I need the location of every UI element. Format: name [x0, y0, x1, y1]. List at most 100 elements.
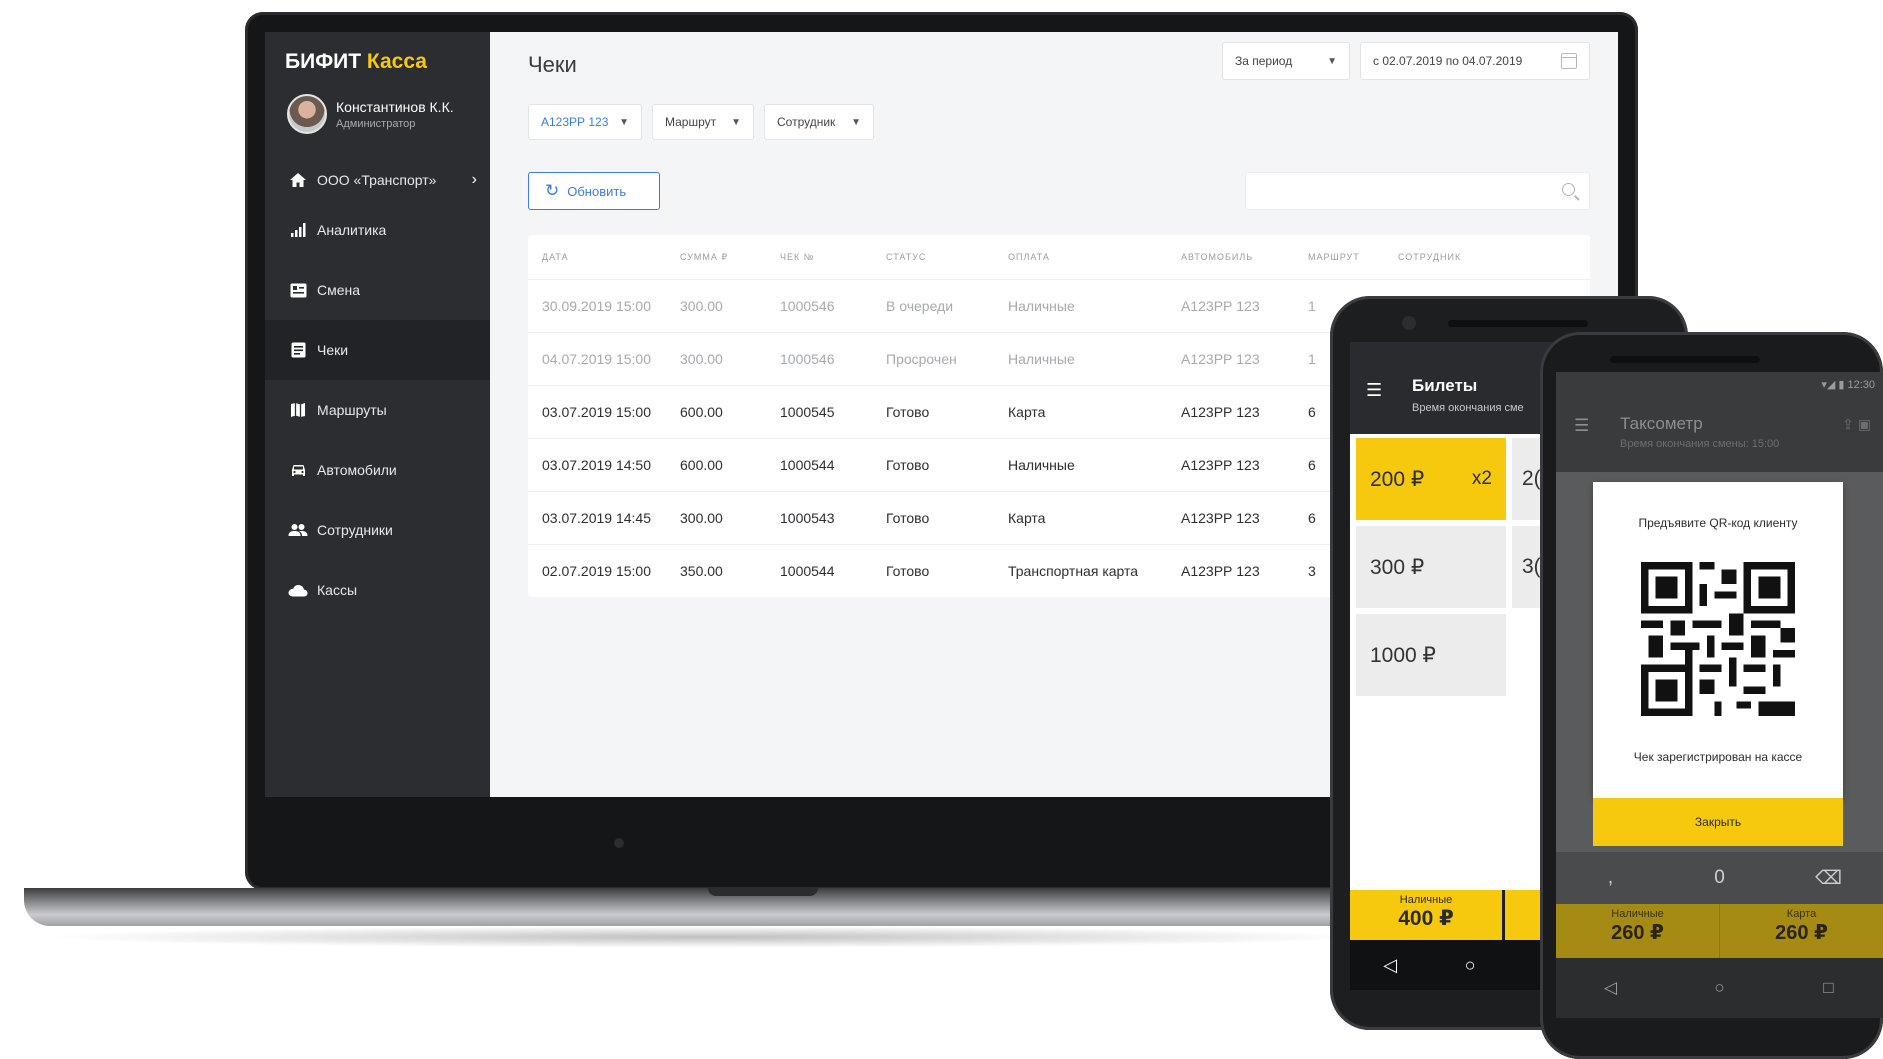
home-circle-icon[interactable]: ○: [1430, 955, 1510, 976]
back-icon[interactable]: ◁: [1350, 955, 1430, 976]
tickets-title: Билеты: [1412, 376, 1478, 395]
sidebar-item-label: Аналитика: [317, 222, 387, 238]
refresh-button[interactable]: ↻ Обновить: [528, 172, 660, 210]
date-range-value: с 02.07.2019 по 04.07.2019: [1373, 54, 1523, 68]
ticket-tile-300[interactable]: 300 ₽: [1356, 526, 1506, 608]
table-cell: 1000546: [780, 298, 835, 314]
table-cell: Готово: [886, 404, 930, 420]
sidebar-item-label: Автомобили: [317, 462, 397, 478]
column-header[interactable]: СТАТУС: [886, 252, 1008, 262]
sidebar-item-cars[interactable]: Автомобили: [265, 440, 490, 500]
table-cell: В очереди: [886, 298, 954, 314]
org-name: ООО «Транспорт»: [317, 172, 437, 188]
table-cell: А123РР 123: [1181, 563, 1260, 579]
car-filter[interactable]: А123РР 123 ▼: [528, 104, 642, 140]
brand-main: БИФИТ: [285, 50, 362, 73]
column-header[interactable]: СОТРУДНИК: [1398, 252, 1518, 262]
column-header[interactable]: МАРШРУТ: [1308, 252, 1398, 262]
menu-icon[interactable]: ☰: [1366, 380, 1382, 401]
date-range-field[interactable]: с 02.07.2019 по 04.07.2019: [1360, 42, 1590, 80]
pay-bar: Наличные 260 ₽ Карта 260 ₽: [1556, 904, 1883, 958]
table-cell: А123РР 123: [1181, 298, 1260, 314]
pay-cash-button[interactable]: Наличные 260 ₽: [1556, 904, 1720, 958]
table-cell: 300.00: [680, 510, 723, 526]
pay-card-button[interactable]: Карта 260 ₽: [1720, 904, 1883, 958]
period-select[interactable]: За период ▼: [1222, 42, 1350, 80]
laptop-camera: [614, 838, 624, 848]
table-cell: 1000545: [780, 404, 835, 420]
qr-dialog: Предъявите QR-код клиенту Чек зарегистри…: [1593, 482, 1843, 798]
table-cell: А123РР 123: [1181, 457, 1260, 473]
backspace-icon[interactable]: ⌫: [1774, 867, 1883, 890]
laptop-base: [24, 888, 1384, 926]
user-role: Администратор: [336, 117, 416, 130]
back-icon[interactable]: ◁: [1556, 978, 1665, 998]
ticket-tile-1000[interactable]: 1000 ₽: [1356, 614, 1506, 696]
sidebar-item-routes[interactable]: Маршруты: [265, 380, 490, 440]
period-select-value: За период: [1235, 54, 1293, 68]
table-cell: 02.07.2019 15:00: [542, 563, 651, 579]
caret-down-icon: ▼: [851, 116, 861, 128]
column-header[interactable]: АВТОМОБИЛЬ: [1181, 252, 1308, 262]
employee-filter[interactable]: Сотрудник ▼: [764, 104, 874, 140]
tickets-subtitle: Время окончания сме: [1412, 402, 1524, 414]
keypad-row: , 0 ⌫: [1556, 852, 1883, 904]
refresh-button-label: Обновить: [567, 183, 627, 199]
home-circle-icon[interactable]: ○: [1665, 978, 1774, 998]
pay-label: Карта: [1786, 908, 1817, 920]
search-input[interactable]: [1256, 173, 1550, 209]
table-cell: Готово: [886, 457, 930, 473]
table-cell: 350.00: [680, 563, 723, 579]
table-cell: 03.07.2019 14:50: [542, 457, 651, 473]
status-bar: ▾◢ ▮ 12:30: [1821, 378, 1875, 391]
route-filter[interactable]: Маршрут ▼: [652, 104, 754, 140]
sidebar-item-shift[interactable]: Смена: [265, 260, 490, 320]
ticket-tile-200[interactable]: 200 ₽ x2: [1356, 438, 1506, 520]
car-icon: [287, 459, 309, 481]
taximeter-screen: ▾◢ ▮ 12:30 ☰ Таксометр Время окончания с…: [1556, 372, 1883, 1018]
user-profile[interactable]: Константинов К.К. Администратор: [287, 94, 454, 134]
user-name: Константинов К.К.: [336, 98, 454, 115]
qr-dialog-message: Чек зарегистрирован на кассе: [1633, 750, 1803, 764]
org-selector[interactable]: ООО «Транспорт» ›: [287, 169, 477, 191]
table-cell: Транспортная карта: [1008, 563, 1139, 579]
people-icon: [287, 519, 309, 541]
laptop-notch: [708, 888, 818, 896]
search-field[interactable]: [1245, 172, 1590, 210]
recents-icon[interactable]: □: [1774, 978, 1883, 998]
close-button[interactable]: Закрыть: [1593, 798, 1843, 846]
pay-cash-button[interactable]: Наличные 400 ₽: [1350, 890, 1502, 940]
qr-code-icon: [1641, 562, 1795, 716]
table-cell: 1000544: [780, 563, 835, 579]
cloud-icon: [287, 579, 309, 601]
avatar[interactable]: [287, 94, 327, 134]
calendar-icon[interactable]: [1561, 53, 1577, 69]
column-header[interactable]: ЧЕК №: [780, 252, 886, 262]
search-icon[interactable]: [1562, 183, 1575, 196]
table-cell: А123РР 123: [1181, 510, 1260, 526]
pay-amount: 260 ₽: [1611, 922, 1664, 944]
sidebar-item-label: Кассы: [317, 582, 358, 598]
taximeter-title: Таксометр: [1620, 414, 1703, 433]
sidebar-item-analytics[interactable]: Аналитика: [265, 200, 490, 260]
menu-icon[interactable]: ☰: [1574, 416, 1589, 436]
keypad-comma[interactable]: ,: [1556, 867, 1665, 889]
pay-amount: 400 ₽: [1398, 907, 1454, 930]
sidebar-item-employees[interactable]: Сотрудники: [265, 500, 490, 560]
column-header[interactable]: СУММА ₽: [680, 252, 780, 263]
upload-icon[interactable]: ⇪: [1842, 416, 1854, 432]
table-cell: 600.00: [680, 457, 723, 473]
keypad-zero[interactable]: 0: [1665, 867, 1774, 889]
table-header: ДАТА СУММА ₽ ЧЕК № СТАТУС ОПЛАТА АВТОМОБ…: [528, 235, 1590, 279]
employee-filter-value: Сотрудник: [777, 115, 836, 129]
toolbar-icons: ⇪ ▣: [1842, 416, 1871, 433]
phone-speaker: [1610, 356, 1760, 363]
status-time: 12:30: [1847, 379, 1875, 391]
column-header[interactable]: ОПЛАТА: [1008, 252, 1181, 262]
sidebar-item-receipts[interactable]: Чеки: [265, 320, 490, 380]
home-icon: [287, 169, 309, 191]
sidebar-item-cashboxes[interactable]: Кассы: [265, 560, 490, 620]
column-header[interactable]: ДАТА: [528, 252, 680, 262]
receipt-icon[interactable]: ▣: [1858, 416, 1871, 432]
pay-amount: 260 ₽: [1775, 922, 1828, 944]
